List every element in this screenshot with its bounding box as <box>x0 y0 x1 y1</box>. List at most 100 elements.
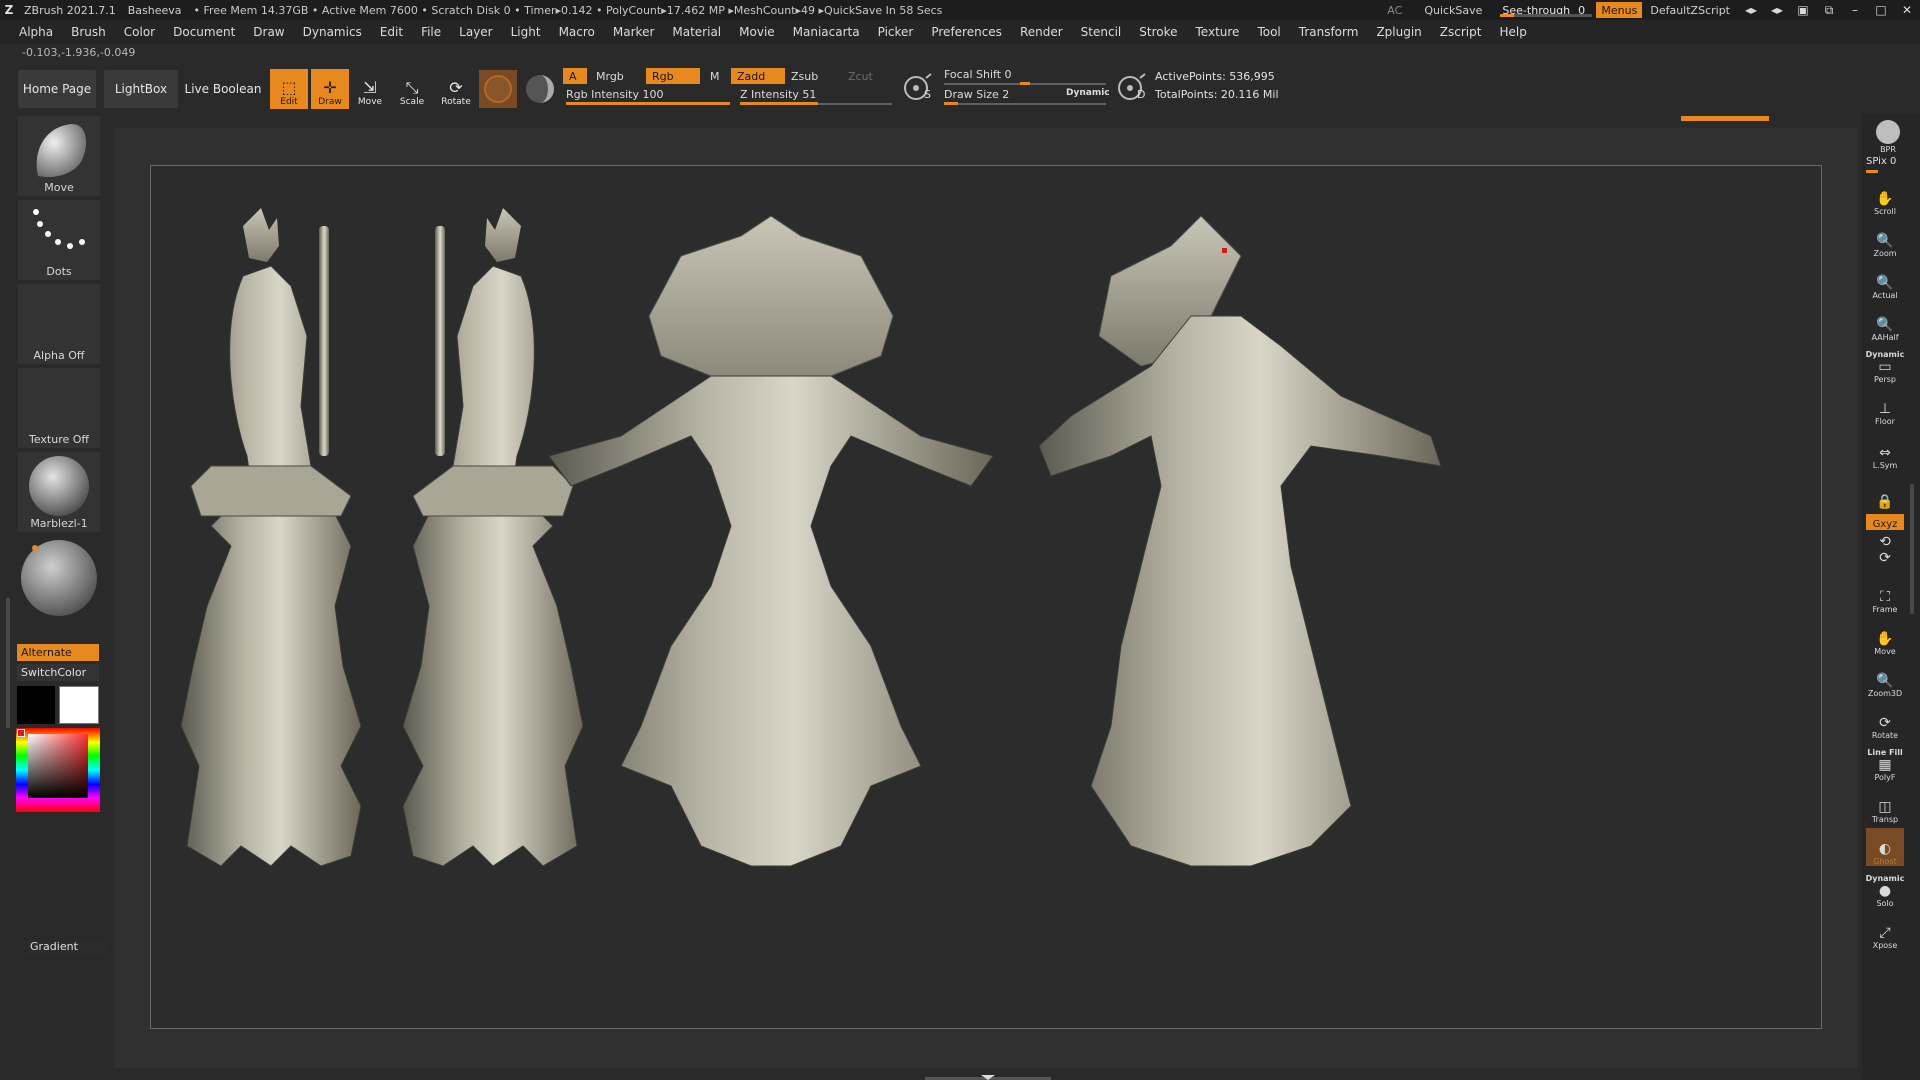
layout-arrows-icon[interactable]: ◂▸ <box>1738 3 1764 17</box>
draw-label: Draw <box>318 97 342 107</box>
m-toggle[interactable]: M <box>704 68 726 84</box>
menu-preferences[interactable]: Preferences <box>922 25 1011 39</box>
menu-brush[interactable]: Brush <box>62 25 115 39</box>
lock-button[interactable]: 🔒 <box>1864 472 1906 510</box>
xyz-button[interactable]: Gxyz <box>1866 514 1904 530</box>
minimize-icon[interactable]: – <box>1842 3 1868 17</box>
menu-maniacarta[interactable]: Maniacarta <box>784 25 869 39</box>
ghost-button[interactable]: ◐ Ghost <box>1866 828 1904 866</box>
scale-mode-button[interactable]: ⤡ Scale <box>393 69 431 109</box>
actual-button[interactable]: 🔍 Actual <box>1864 262 1906 300</box>
material-thumbnail[interactable]: Marblezl-1 <box>18 452 100 532</box>
lsym-button[interactable]: ⇔ L.Sym <box>1864 432 1906 470</box>
brush-thumbnail[interactable]: Move <box>18 116 100 196</box>
rotate-view-button[interactable]: ⟳ Rotate <box>1864 702 1906 740</box>
rotate-axis-buttons[interactable]: ⟲ ⟳ <box>1864 532 1906 566</box>
lightbox-button[interactable]: LightBox <box>104 70 178 108</box>
menu-movie[interactable]: Movie <box>730 25 784 39</box>
menu-texture[interactable]: Texture <box>1187 25 1249 39</box>
restore-layout-icon[interactable]: ⧉ <box>1816 3 1842 18</box>
solo-button[interactable]: Dynamic ● Solo <box>1864 870 1906 908</box>
spix-label[interactable]: SPix 0 <box>1866 156 1896 167</box>
alpha-thumbnail[interactable]: Alpha Off <box>18 284 100 364</box>
menus-toggle-button[interactable]: Menus <box>1596 2 1643 18</box>
maximize-icon[interactable]: □ <box>1868 3 1894 17</box>
move-view-button[interactable]: ✋ Move <box>1864 618 1906 656</box>
color-sphere[interactable] <box>18 536 100 616</box>
menu-picker[interactable]: Picker <box>869 25 923 39</box>
floor-button[interactable]: ⊥ Floor <box>1864 388 1906 426</box>
mrgb-toggle[interactable]: Mrgb <box>590 68 630 84</box>
persp-button[interactable]: Dynamic ▭ Persp <box>1864 346 1906 384</box>
material-swatch-button[interactable] <box>479 70 517 108</box>
menu-macro[interactable]: Macro <box>550 25 604 39</box>
alternate-button[interactable]: Alternate <box>17 644 99 661</box>
menu-light[interactable]: Light <box>502 25 550 39</box>
rgb-intensity-label: Rgb Intensity 100 <box>566 88 664 101</box>
menu-render[interactable]: Render <box>1011 25 1072 39</box>
switch-color-button[interactable]: SwitchColor <box>17 664 99 681</box>
menu-color[interactable]: Color <box>115 25 164 39</box>
menu-draw[interactable]: Draw <box>244 25 293 39</box>
default-zscript-button[interactable]: DefaultZScript <box>1642 4 1738 17</box>
menu-file[interactable]: File <box>412 25 450 39</box>
rotate-mode-button[interactable]: ⟳ Rotate <box>437 69 475 109</box>
menu-document[interactable]: Document <box>164 25 244 39</box>
dots-stroke-icon <box>33 209 85 249</box>
live-boolean-button[interactable]: Live Boolean <box>184 70 262 108</box>
rgb-toggle[interactable]: Rgb <box>646 68 700 84</box>
quicksave-button[interactable]: QuickSave <box>1410 4 1496 17</box>
move-mode-button[interactable]: ⇲ Move <box>351 69 389 109</box>
texture-thumbnail[interactable]: Texture Off <box>18 368 100 448</box>
canvas-scroll-indicator[interactable] <box>1681 116 1769 121</box>
layout-icon[interactable]: ▣ <box>1790 3 1816 17</box>
menu-help[interactable]: Help <box>1490 25 1535 39</box>
menu-zplugin[interactable]: Zplugin <box>1367 25 1430 39</box>
menu-layer[interactable]: Layer <box>450 25 501 39</box>
zoom-label: Zoom <box>1873 249 1897 258</box>
zoom3d-button[interactable]: 🔍 Zoom3D <box>1864 660 1906 698</box>
menu-dynamics[interactable]: Dynamics <box>294 25 371 39</box>
menu-stroke[interactable]: Stroke <box>1130 25 1186 39</box>
gradient-button[interactable]: Gradient <box>27 940 107 956</box>
menu-stencil[interactable]: Stencil <box>1072 25 1131 39</box>
draw-size-slider[interactable] <box>944 103 1106 105</box>
menu-zscript[interactable]: Zscript <box>1431 25 1491 39</box>
menu-material[interactable]: Material <box>663 25 730 39</box>
edit-mode-button[interactable]: ⬚ Edit <box>270 69 308 109</box>
close-icon[interactable]: ✕ <box>1894 3 1920 17</box>
menu-edit[interactable]: Edit <box>371 25 412 39</box>
dynamic-size-toggle[interactable]: Dynamic <box>1066 88 1110 98</box>
left-tray-scroll[interactable] <box>6 598 10 728</box>
xpose-button[interactable]: ⤢ Xpose <box>1864 912 1906 950</box>
color-picker-square[interactable] <box>28 734 88 798</box>
frame-button[interactable]: ⛶ Frame <box>1864 576 1906 614</box>
zoom-button[interactable]: 🔍 Zoom <box>1864 220 1906 258</box>
aahalf-button[interactable]: 🔍 AAHalf <box>1864 304 1906 342</box>
draw-mode-button[interactable]: ✛ Draw <box>311 69 349 109</box>
scroll-button[interactable]: ✋ Scroll <box>1864 178 1906 216</box>
see-through-slider[interactable]: See-through 0 <box>1496 2 1596 18</box>
zsub-toggle[interactable]: Zsub <box>785 68 824 84</box>
menu-alpha[interactable]: Alpha <box>10 25 62 39</box>
layout-arrows-2-icon[interactable]: ◂▸ <box>1764 3 1790 17</box>
stroke-thumbnail[interactable]: Dots <box>18 200 100 280</box>
transp-button[interactable]: ◫ Transp <box>1864 786 1906 824</box>
menu-tool[interactable]: Tool <box>1248 25 1289 39</box>
menu-marker[interactable]: Marker <box>604 25 663 39</box>
home-page-button[interactable]: Home Page <box>18 70 96 108</box>
secondary-color-swatch[interactable] <box>17 686 55 724</box>
a-toggle[interactable]: A <box>563 68 587 84</box>
gray-sphere-icon <box>21 540 97 616</box>
zadd-toggle[interactable]: Zadd <box>731 68 785 84</box>
right-tray-scroll[interactable] <box>1910 484 1914 614</box>
material-sphere-button[interactable] <box>521 70 559 108</box>
color-picker[interactable] <box>16 728 100 812</box>
bpr-button[interactable]: BPR <box>1868 116 1908 154</box>
primary-color-swatch[interactable] <box>59 686 99 724</box>
bottom-tray-handle[interactable] <box>925 1070 1051 1080</box>
zcut-toggle[interactable]: Zcut <box>842 68 879 84</box>
polyf-button[interactable]: Line Fill ▦ PolyF <box>1864 744 1906 782</box>
xpose-label: Xpose <box>1872 941 1898 950</box>
menu-transform[interactable]: Transform <box>1290 25 1368 39</box>
